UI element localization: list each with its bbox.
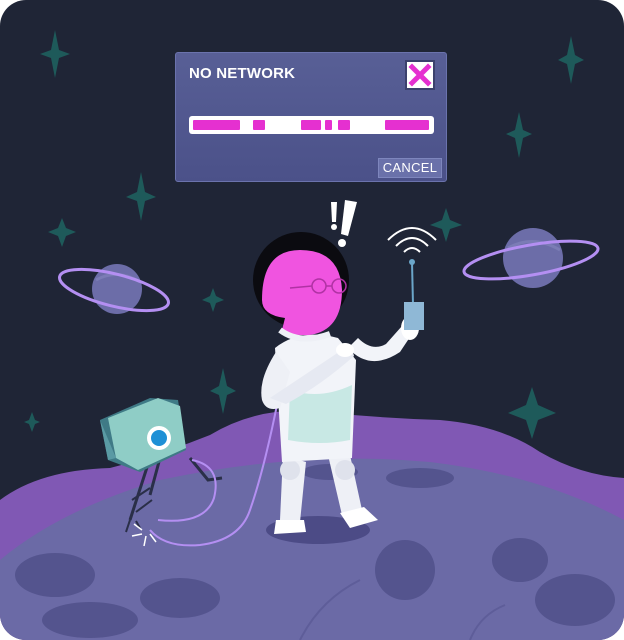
sparkle-icon <box>506 112 532 158</box>
progress-segment <box>193 120 240 130</box>
network-dialog: NO NETWORK CANCEL <box>175 52 447 182</box>
progress-segment <box>338 120 350 130</box>
sparkle-icon <box>126 172 156 221</box>
connection-progress-bar <box>189 116 434 134</box>
illustration-card: NO NETWORK CANCEL <box>0 0 624 640</box>
sparkle-icon <box>202 288 224 312</box>
cancel-button[interactable]: CANCEL <box>378 158 442 178</box>
progress-segment <box>253 120 265 130</box>
close-icon <box>408 63 432 87</box>
radio-device <box>404 259 424 330</box>
sparkle-icon <box>210 368 236 414</box>
sparkle-icon <box>48 218 76 247</box>
close-button[interactable] <box>405 60 435 90</box>
sparkle-icon <box>558 36 584 84</box>
dialog-title: NO NETWORK <box>189 65 296 82</box>
sparkle-icon <box>40 30 70 78</box>
signal-icon <box>387 227 437 253</box>
planet-right <box>462 228 600 288</box>
exclamation-icon <box>331 200 357 247</box>
progress-segment <box>301 120 321 130</box>
sparkle-icon <box>430 208 462 242</box>
progress-segment <box>385 120 429 130</box>
planet-left <box>58 264 170 314</box>
progress-segment <box>325 120 332 130</box>
sparkle-icon <box>508 387 556 439</box>
sparkle-icon <box>24 412 40 432</box>
